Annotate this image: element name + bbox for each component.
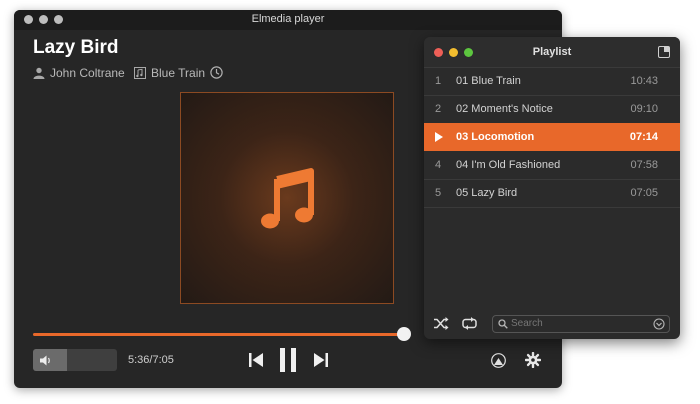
search-placeholder: Search <box>511 318 543 329</box>
shuffle-icon[interactable] <box>434 317 449 330</box>
playlist-expand-icon[interactable] <box>658 46 670 58</box>
playlist-search-field[interactable]: Search <box>492 315 670 333</box>
artist-info[interactable]: John Coltrane <box>33 66 125 80</box>
seek-bar[interactable] <box>33 333 404 336</box>
playlist-item[interactable]: 5 05 Lazy Bird 07:05 <box>424 179 680 208</box>
track-number: 1 <box>435 75 442 87</box>
album-icon <box>134 67 146 79</box>
playlist-item[interactable]: 4 04 I'm Old Fashioned 07:58 <box>424 151 680 180</box>
playlist-title-bar: Playlist <box>424 37 680 68</box>
volume-icon <box>40 355 50 366</box>
title-bar: Elmedia player <box>14 10 562 30</box>
window-title: Elmedia player <box>251 13 325 25</box>
track-title: Lazy Bird <box>33 37 119 58</box>
playlist-item[interactable]: 2 02 Moment's Notice 09:10 <box>424 95 680 124</box>
track-duration: 10:43 <box>630 75 658 87</box>
playlist-item-active[interactable]: 03 Locomotion 07:14 <box>424 123 680 151</box>
pause-icon[interactable] <box>279 348 297 372</box>
seek-handle[interactable] <box>397 327 411 341</box>
volume-slider[interactable] <box>33 349 117 371</box>
track-duration: 07:14 <box>629 131 658 143</box>
artist-name: John Coltrane <box>50 66 125 80</box>
playlist-window: Playlist 1 01 Blue Train 10:43 2 02 Mome… <box>424 37 680 339</box>
track-name: 01 Blue Train <box>456 75 521 87</box>
search-icon <box>498 319 508 329</box>
album-name: Blue Train <box>151 66 206 80</box>
track-name: 03 Locomotion <box>456 131 535 143</box>
album-info[interactable]: Blue Train <box>134 66 205 80</box>
airplay-icon[interactable] <box>491 353 506 368</box>
next-icon[interactable] <box>313 352 328 368</box>
track-name: 02 Moment's Notice <box>456 103 553 115</box>
track-duration: 07:05 <box>630 187 658 199</box>
track-name: 04 I'm Old Fashioned <box>456 159 561 171</box>
gear-icon[interactable] <box>525 352 541 368</box>
repeat-icon[interactable] <box>462 317 477 330</box>
music-note-icon <box>261 168 314 229</box>
track-number: 2 <box>435 103 442 115</box>
time-display: 5:36/7:05 <box>128 354 174 366</box>
track-duration: 09:10 <box>630 103 658 115</box>
album-artwork <box>180 92 394 304</box>
track-duration: 07:58 <box>630 159 658 171</box>
playlist-title: Playlist <box>532 46 572 58</box>
playlist-item[interactable]: 1 01 Blue Train 10:43 <box>424 67 680 96</box>
person-icon <box>33 67 45 79</box>
track-number: 5 <box>435 187 442 199</box>
play-indicator-icon <box>435 132 443 142</box>
track-name: 05 Lazy Bird <box>456 187 518 199</box>
playlist-footer: Search <box>424 309 680 339</box>
track-number: 4 <box>435 159 442 171</box>
clock-icon[interactable] <box>210 66 223 79</box>
previous-icon[interactable] <box>249 352 264 368</box>
dropdown-icon[interactable] <box>653 318 665 330</box>
